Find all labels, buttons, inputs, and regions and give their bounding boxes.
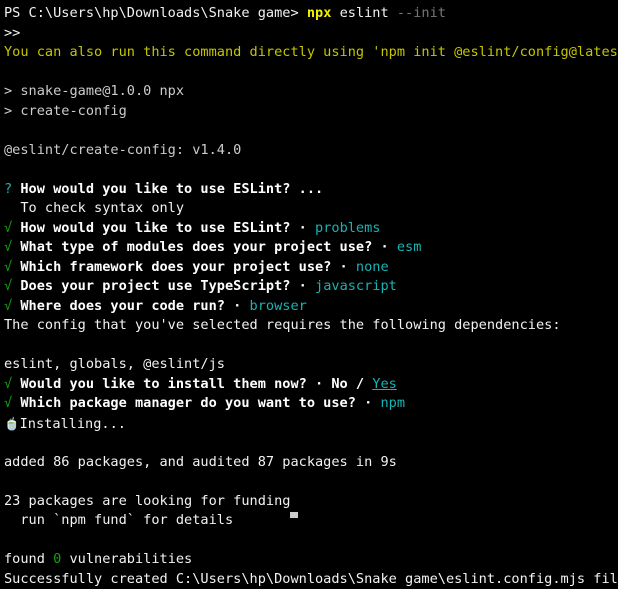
answer-value: javascript — [315, 278, 397, 294]
terminal-line-hint: You can also run this command directly u… — [4, 43, 618, 63]
terminal-blank-line — [4, 121, 618, 141]
terminal-line-answer-pkgmanager: √ Which package manager do you want to u… — [4, 394, 618, 414]
terminal-line-answer-usage: √ How would you like to use ESLint? · pr… — [4, 219, 618, 239]
create-config-version: @eslint/create-config: v1.4.0 — [4, 142, 241, 158]
question-mark-icon: ? — [4, 181, 12, 197]
terminal-line-answer-modules: √ What type of modules does your project… — [4, 238, 618, 258]
terminal-line-answer-framework: √ Which framework does your project use?… — [4, 258, 618, 278]
answer-value-yes[interactable]: Yes — [372, 376, 397, 392]
vulnerabilities-count: 0 — [53, 551, 61, 567]
check-icon: √ — [4, 220, 12, 236]
command-npx: npx — [307, 5, 332, 21]
terminal-line-answer-runtime: √ Where does your code run? · browser — [4, 297, 618, 317]
question-text: How would you like to use ESLint? ... — [12, 181, 323, 197]
terminal-blank-line — [4, 160, 618, 180]
continuation-marker: >> — [4, 25, 20, 41]
answered-question-label: What type of modules does your project u… — [12, 239, 397, 255]
terminal-blank-line — [4, 472, 618, 492]
terminal-line-version: @eslint/create-config: v1.4.0 — [4, 141, 618, 161]
terminal-blank-line — [4, 531, 618, 551]
terminal-line-added: added 86 packages, and audited 87 packag… — [4, 453, 618, 473]
check-icon: √ — [4, 298, 12, 314]
dependencies-intro-text: The config that you've selected requires… — [4, 317, 561, 333]
npm-funding-summary: 23 packages are looking for funding — [4, 493, 290, 509]
command-flag-init: --init — [389, 5, 446, 21]
command-arg-eslint: eslint — [331, 5, 388, 21]
answer-value: browser — [250, 298, 307, 314]
terminal-line-option[interactable]: To check syntax only — [4, 199, 618, 219]
answer-value: none — [356, 259, 389, 275]
terminal-window[interactable]: PS C:\Users\hp\Downloads\Snake game> npx… — [0, 0, 618, 518]
check-icon: √ — [4, 376, 12, 392]
terminal-line-funding-run: run `npm fund` for details — [4, 511, 618, 531]
shell-prompt-path: PS C:\Users\hp\Downloads\Snake game> — [4, 5, 307, 21]
dependencies-list: eslint, globals, @eslint/js — [4, 356, 225, 372]
answered-question-label: How would you like to use ESLint? · — [12, 220, 315, 236]
answered-question-label: Which framework does your project use? · — [12, 259, 356, 275]
terminal-line-deps-intro: The config that you've selected requires… — [4, 316, 618, 336]
check-icon: √ — [4, 278, 12, 294]
answered-question-label: Does your project use TypeScript? · — [12, 278, 315, 294]
hint-text: You can also run this command directly u… — [4, 44, 618, 60]
check-icon: √ — [4, 259, 12, 275]
npm-added-summary: added 86 packages, and audited 87 packag… — [4, 454, 397, 470]
npm-funding-hint: run `npm fund` for details — [4, 512, 233, 528]
answer-value: npm — [380, 395, 405, 411]
terminal-line-continuation: >> — [4, 24, 618, 44]
terminal-line-prompt: PS C:\Users\hp\Downloads\Snake game> npx… — [4, 4, 618, 24]
terminal-line-question: ? How would you like to use ESLint? ... — [4, 180, 618, 200]
terminal-line-installing: 🍵Installing... — [4, 414, 618, 434]
terminal-blank-line — [4, 63, 618, 83]
check-icon: √ — [4, 239, 12, 255]
answered-question-label: Where does your code run? · — [12, 298, 249, 314]
terminal-line-answer-install: √ Would you like to install them now? · … — [4, 375, 618, 395]
vulnerabilities-suffix: vulnerabilities — [61, 551, 192, 567]
answered-question-label: Would you like to install them now? · No… — [12, 376, 372, 392]
answered-question-label: Which package manager do you want to use… — [12, 395, 380, 411]
terminal-blank-line — [4, 336, 618, 356]
terminal-line-script: > create-config — [4, 102, 618, 122]
vulnerabilities-prefix: found — [4, 551, 53, 567]
question-option-text: To check syntax only — [4, 200, 184, 216]
installing-text: Installing... — [20, 416, 126, 432]
terminal-line-answer-typescript: √ Does your project use TypeScript? · ja… — [4, 277, 618, 297]
check-icon: √ — [4, 395, 12, 411]
terminal-line-vulnerabilities: found 0 vulnerabilities — [4, 550, 618, 570]
npm-package-line: > snake-game@1.0.0 npx — [4, 83, 184, 99]
terminal-line-deps-list: eslint, globals, @eslint/js — [4, 355, 618, 375]
answer-value: esm — [397, 239, 422, 255]
terminal-line-success: Successfully created C:\Users\hp\Downloa… — [4, 570, 618, 589]
success-message: Successfully created C:\Users\hp\Downloa… — [4, 571, 618, 587]
text-cursor — [290, 512, 298, 518]
terminal-line-funding: 23 packages are looking for funding — [4, 492, 618, 512]
terminal-blank-line — [4, 433, 618, 453]
terminal-line-package: > snake-game@1.0.0 npx — [4, 82, 618, 102]
teacup-icon: 🍵 — [4, 416, 20, 431]
answer-value: problems — [315, 220, 380, 236]
npm-script-line: > create-config — [4, 103, 127, 119]
